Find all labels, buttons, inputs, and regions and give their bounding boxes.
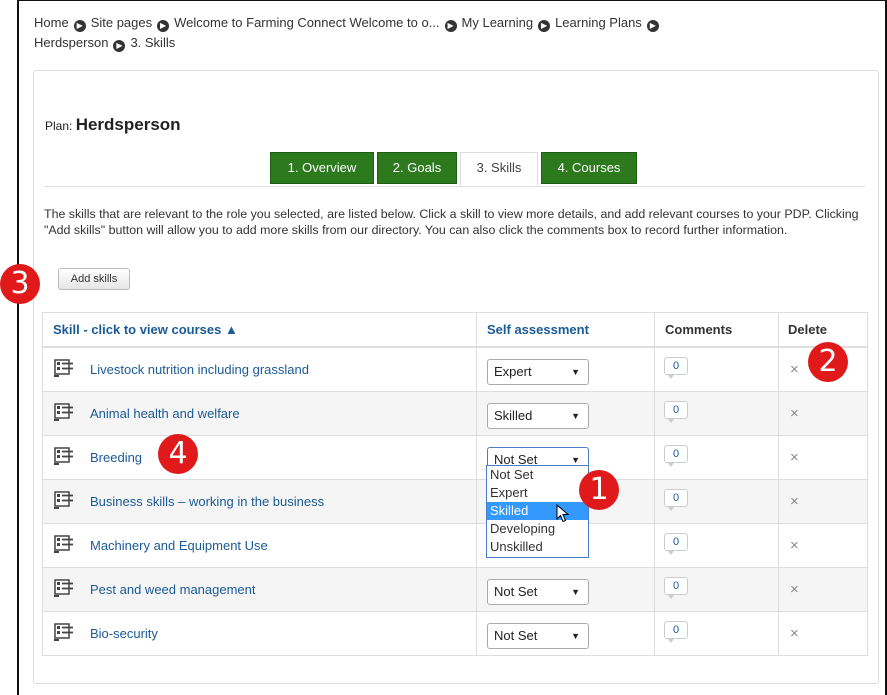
plan-tabs: 1. Overview 2. Goals 3. Skills 4. Course… [45, 152, 865, 187]
breadcrumb-separator-icon: ▶ [73, 20, 86, 32]
self-assessment-value: Not Set [494, 584, 538, 599]
delete-icon[interactable]: × [790, 392, 799, 435]
breadcrumb-welcome[interactable]: Welcome to Farming Connect Welcome to o.… [174, 15, 439, 30]
table-row: Pest and weed management Not Set ▼ 0 × [43, 567, 867, 611]
plan-name: Herdsperson [75, 115, 181, 134]
self-assessment-value: Expert [494, 364, 532, 379]
comments-box[interactable]: 0 [664, 533, 688, 555]
tab-goals[interactable]: 2. Goals [377, 152, 457, 184]
table-header: Skill - click to view courses ▲ Self ass… [43, 313, 867, 347]
table-row: Animal health and welfare Skilled ▼ 0 × [43, 391, 867, 435]
column-header-delete: Delete [788, 322, 828, 337]
table-row: Business skills – working in the busines… [43, 479, 867, 523]
breadcrumb-separator-icon: ▶ [538, 20, 551, 32]
tab-courses[interactable]: 4. Courses [541, 152, 637, 184]
callout-badge-1: 1 [579, 470, 619, 510]
breadcrumb-learning-plans[interactable]: Learning Plans [555, 15, 642, 30]
chevron-down-icon: ▼ [571, 587, 580, 597]
skill-list-icon [53, 358, 75, 378]
add-skills-button[interactable]: Add skills [58, 268, 130, 290]
self-assessment-select[interactable]: Not Set ▼ [487, 579, 589, 605]
self-assessment-value: Skilled [494, 408, 533, 423]
skill-list-icon [53, 402, 75, 422]
skill-link[interactable]: Pest and weed management [90, 568, 256, 611]
comments-box[interactable]: 0 [664, 577, 688, 599]
dropdown-option-skilled[interactable]: Skilled [487, 502, 588, 520]
skill-list-icon [53, 446, 75, 466]
breadcrumb-herdsperson[interactable]: Herdsperson [34, 35, 108, 50]
chevron-down-icon: ▼ [571, 631, 580, 641]
comments-box[interactable]: 0 [664, 445, 688, 467]
table-row: Bio-security Not Set ▼ 0 × [43, 611, 867, 655]
comments-box[interactable]: 0 [664, 357, 688, 379]
skill-link[interactable]: Livestock nutrition including grassland [90, 348, 309, 391]
callout-badge-4: 4 [158, 434, 198, 474]
mouse-pointer-icon [556, 504, 570, 523]
skills-table: Skill - click to view courses ▲ Self ass… [42, 312, 868, 656]
skill-link[interactable]: Bio-security [90, 612, 158, 655]
column-divider [778, 313, 779, 655]
page-title: Plan: Herdsperson [45, 115, 181, 135]
skill-list-icon [53, 578, 75, 598]
breadcrumb-site-pages[interactable]: Site pages [91, 15, 152, 30]
comments-box[interactable]: 0 [664, 489, 688, 511]
chevron-down-icon: ▼ [571, 367, 580, 377]
breadcrumb-home[interactable]: Home [34, 15, 69, 30]
tab-skills[interactable]: 3. Skills [460, 152, 538, 186]
chevron-down-icon: ▼ [571, 411, 580, 421]
comments-box[interactable]: 0 [664, 621, 688, 643]
column-header-skill[interactable]: Skill - click to view courses ▲ [53, 313, 238, 346]
dropdown-option-expert[interactable]: Expert [487, 484, 588, 502]
skill-list-icon [53, 622, 75, 642]
breadcrumb-separator-icon: ▶ [113, 40, 126, 52]
delete-icon[interactable]: × [790, 436, 799, 479]
dropdown-option-unskilled[interactable]: Unskilled [487, 538, 588, 556]
column-divider [654, 313, 655, 655]
self-assessment-select[interactable]: Not Set ▼ [487, 623, 589, 649]
plan-label: Plan: [45, 119, 73, 133]
self-assessment-select[interactable]: Skilled ▼ [487, 403, 589, 429]
self-assessment-select[interactable]: Expert ▼ [487, 359, 589, 385]
delete-icon[interactable]: × [790, 348, 799, 391]
tab-overview[interactable]: 1. Overview [270, 152, 374, 184]
delete-icon[interactable]: × [790, 524, 799, 567]
table-row: Machinery and Equipment Use 0 × [43, 523, 867, 567]
skill-list-icon [53, 490, 75, 510]
delete-icon[interactable]: × [790, 568, 799, 611]
intro-text: The skills that are relevant to the role… [44, 207, 859, 237]
callout-badge-3: 3 [0, 264, 40, 304]
delete-icon[interactable]: × [790, 612, 799, 655]
skill-list-icon [53, 534, 75, 554]
breadcrumb-current: 3. Skills [130, 35, 176, 50]
self-assessment-value: Not Set [494, 628, 538, 643]
skill-link[interactable]: Animal health and welfare [90, 392, 240, 435]
column-divider [476, 313, 477, 655]
comments-box[interactable]: 0 [664, 401, 688, 423]
frame-border-top [17, 0, 887, 1]
skill-link[interactable]: Machinery and Equipment Use [90, 524, 268, 567]
skill-link[interactable]: Business skills – working in the busines… [90, 480, 324, 523]
breadcrumb-separator-icon: ▶ [444, 20, 457, 32]
delete-icon[interactable]: × [790, 480, 799, 523]
column-header-self-assessment[interactable]: Self assessment [487, 313, 589, 346]
breadcrumb-separator-icon: ▶ [157, 20, 170, 32]
skill-link[interactable]: Breeding [90, 436, 142, 479]
column-header-comments: Comments [665, 322, 733, 337]
frame-border-left [17, 0, 19, 695]
callout-badge-2: 2 [808, 342, 848, 382]
dropdown-option-not-set[interactable]: Not Set [487, 466, 588, 484]
breadcrumb: Home ▶ Site pages ▶ Welcome to Farming Conne… [34, 13, 794, 53]
self-assessment-dropdown-list[interactable]: Not Set Expert Skilled Developing Unskil… [486, 465, 589, 558]
dropdown-option-developing[interactable]: Developing [487, 520, 588, 538]
breadcrumb-my-learning[interactable]: My Learning [462, 15, 534, 30]
table-row: Livestock nutrition including grassland E… [43, 347, 867, 391]
breadcrumb-separator-icon: ▶ [646, 20, 659, 32]
